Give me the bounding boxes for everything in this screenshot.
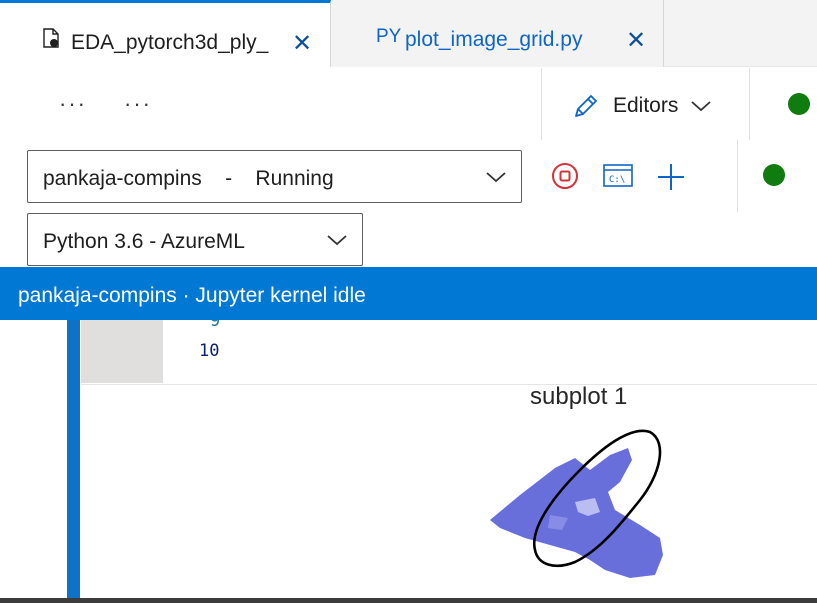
compute-status-dot xyxy=(763,164,785,186)
add-icon[interactable] xyxy=(656,162,686,192)
more-actions-button-secondary[interactable]: ··· xyxy=(124,91,152,117)
editor-tab-strip: EDA_pytorch3d_ply_ ✕ PY plot_image_grid.… xyxy=(0,0,817,67)
close-icon[interactable]: ✕ xyxy=(626,29,646,53)
kernel-status-text-overlay: pankaja-compins · Jupyter kernel idle xyxy=(18,284,366,307)
cell-divider xyxy=(81,384,817,385)
toolbar-divider xyxy=(749,68,750,140)
point-cloud-shape xyxy=(490,448,663,578)
kernel-selected: Python 3.6 - AzureML xyxy=(43,230,245,253)
close-icon[interactable]: ✕ xyxy=(292,32,312,56)
cell-selection-bar xyxy=(67,320,80,600)
compute-dropdown[interactable]: pankaja-compins - Running xyxy=(27,150,522,203)
plot-title: subplot 1 xyxy=(530,383,628,410)
window-bottom-edge xyxy=(0,598,817,603)
pencil-icon xyxy=(575,95,597,117)
chevron-down-icon xyxy=(327,235,347,246)
python-file-icon: PY xyxy=(376,26,402,47)
point-cloud-plot xyxy=(490,429,663,578)
session-status-dot xyxy=(788,93,810,115)
code-cell[interactable] xyxy=(163,320,817,383)
terminal-icon[interactable]: C:\ xyxy=(603,164,633,188)
kernel-dropdown[interactable]: Python 3.6 - AzureML xyxy=(27,213,363,266)
tab-label: plot_image_grid.py xyxy=(405,28,583,51)
toolbar-divider xyxy=(541,68,542,140)
svg-text:C:\: C:\ xyxy=(609,175,625,185)
chevron-down-icon xyxy=(691,101,711,112)
status-bar-backdrop: pankaja-compins · Jupyter kernel idle xyxy=(0,267,817,320)
cell-gutter[interactable] xyxy=(81,320,163,383)
stop-compute-icon[interactable] xyxy=(551,162,579,190)
toolbar-divider xyxy=(737,140,738,212)
tab-eda-notebook[interactable]: EDA_pytorch3d_ply_ ✕ xyxy=(0,0,331,67)
editors-button[interactable]: Editors xyxy=(571,86,712,126)
tab-plot-image-grid[interactable]: PY plot_image_grid.py ✕ xyxy=(331,0,664,67)
notebook-file-modified-icon xyxy=(43,28,59,48)
editors-label: Editors xyxy=(613,94,679,117)
tab-label: EDA_pytorch3d_ply_ xyxy=(71,31,269,54)
more-actions-button[interactable]: ··· xyxy=(59,91,87,117)
chevron-down-icon xyxy=(486,172,506,183)
compute-selected: pankaja-compins - Running xyxy=(43,167,334,190)
line-number: 10 xyxy=(199,341,220,361)
